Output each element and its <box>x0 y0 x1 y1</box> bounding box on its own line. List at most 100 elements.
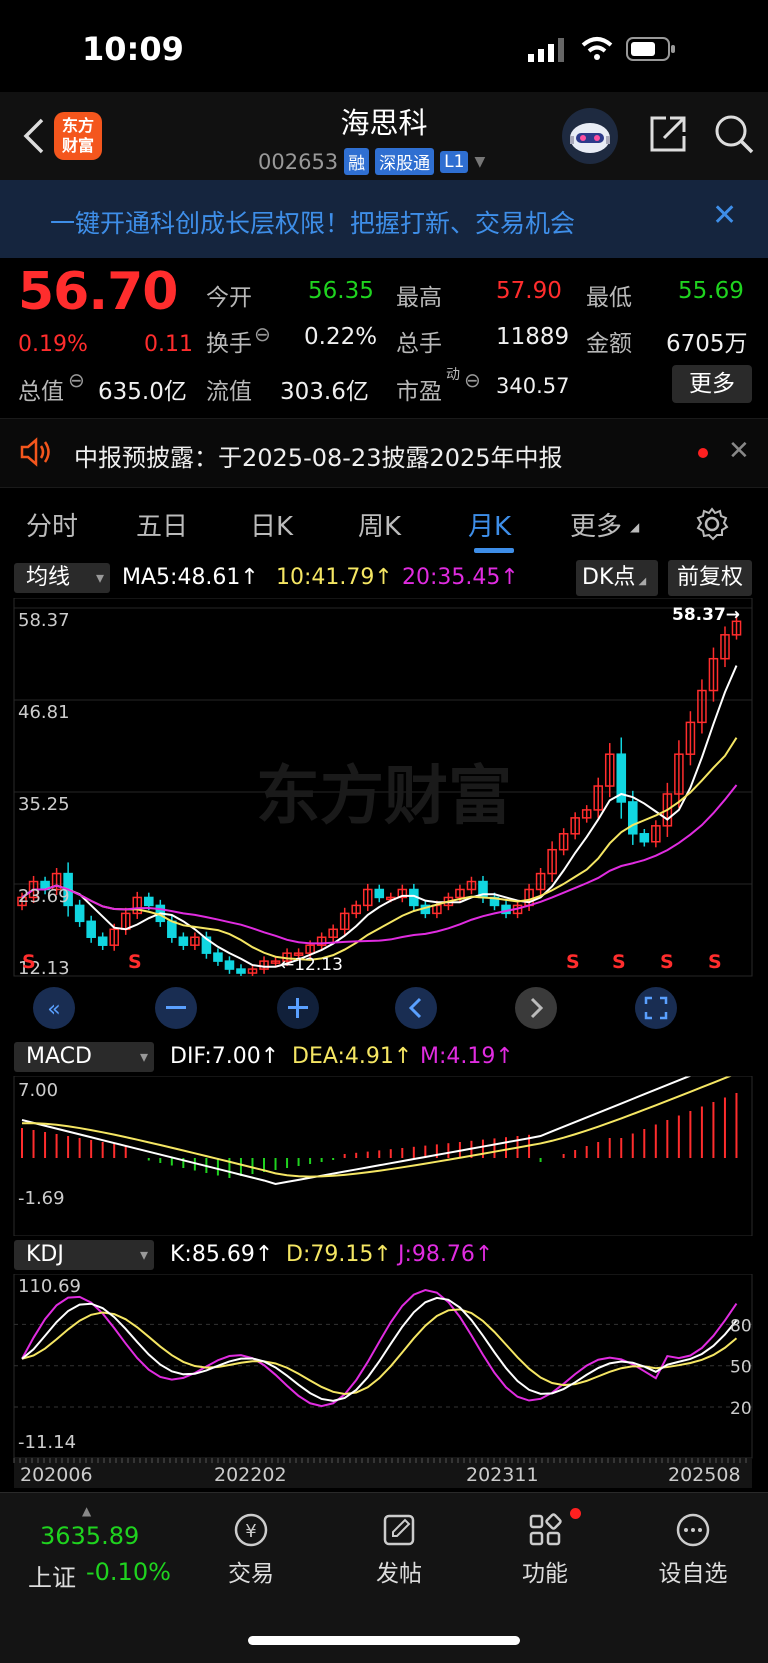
k-value: K:85.69↑ <box>170 1242 274 1267</box>
close-icon[interactable]: ✕ <box>712 198 737 233</box>
kline-y-tick: 58.37 <box>18 610 70 631</box>
stock-info-line[interactable]: 002653 融 深股通 L1 ▼ <box>258 148 485 175</box>
badge-connect: 深股通 <box>375 148 435 175</box>
sell-signal-label: S <box>566 951 580 973</box>
market-cap-value: 635.0亿 <box>98 379 187 405</box>
scroll-left-icon[interactable] <box>394 986 438 1030</box>
time-axis-label: 202311 <box>466 1464 539 1486</box>
max-price-label: 58.37→ <box>672 605 740 625</box>
zoom-in-icon[interactable] <box>276 986 320 1030</box>
candle <box>178 936 189 946</box>
notice-text[interactable]: 中报预披露：于2025-08-23披露2025年中报 <box>74 438 563 473</box>
tab-daily-k[interactable]: 日K <box>250 506 293 543</box>
tab-more[interactable]: 更多 <box>570 506 622 543</box>
macd-y-top: 7.00 <box>18 1080 58 1101</box>
open-label: 今开 <box>206 285 252 311</box>
info-icon[interactable]: ⊖ <box>254 322 271 346</box>
nav-trade-label: 交易 <box>228 1561 274 1587</box>
d-value: D:79.15↑ <box>286 1242 392 1267</box>
fullscreen-icon[interactable] <box>634 986 678 1030</box>
tab-intraday[interactable]: 分时 <box>26 506 78 543</box>
macd-m-value: M:4.19↑ <box>420 1044 514 1069</box>
candle <box>213 952 223 962</box>
float-cap-label: 流值 <box>206 379 252 405</box>
candle <box>167 920 177 938</box>
time-axis-label: 202006 <box>20 1464 93 1486</box>
status-time: 10:09 <box>82 30 184 68</box>
home-indicator[interactable] <box>248 1636 520 1645</box>
candle <box>144 896 154 907</box>
nav-watchlist[interactable]: 设自选 <box>648 1510 738 1588</box>
adjust-button[interactable]: 前复权 <box>668 560 752 596</box>
index-change[interactable]: -0.10% <box>86 1558 171 1586</box>
signal-icon <box>528 38 564 62</box>
macd-y-bottom: -1.69 <box>18 1188 65 1209</box>
svg-text:¥: ¥ <box>245 1521 256 1542</box>
scroll-right-icon[interactable] <box>514 986 558 1030</box>
time-axis-label: 202202 <box>214 1464 287 1486</box>
svg-text:«: « <box>47 997 60 1022</box>
index-name[interactable]: 上证 <box>28 1558 76 1593</box>
arrow-up-icon: ▲ <box>82 1504 92 1518</box>
pe-superscript: 动 <box>446 367 460 383</box>
watermark-text: 东方财富 <box>256 760 512 834</box>
min-price-label: ←12.13 <box>280 955 343 975</box>
promo-banner-text[interactable]: 一键开通科创成长层权限！把握打新、交易机会 <box>50 204 575 240</box>
macd-frame <box>13 1076 753 1236</box>
active-tab-indicator <box>474 548 514 553</box>
change-amount: 0.11 <box>144 332 193 357</box>
change-percent: 0.19% <box>18 332 88 357</box>
nav-functions[interactable]: 功能 <box>500 1510 590 1588</box>
ma5-value: MA5:48.61↑ <box>122 565 259 590</box>
kdj-y-bottom: -11.14 <box>18 1432 76 1453</box>
zoom-out-icon[interactable] <box>154 986 198 1030</box>
macd-selector[interactable]: MACD <box>14 1042 154 1072</box>
close-icon[interactable]: ✕ <box>728 436 750 466</box>
ma-selector[interactable]: 均线 <box>14 563 110 593</box>
chevron-down-icon: ◢ <box>635 576 647 587</box>
unread-dot <box>698 448 708 458</box>
edit-icon <box>383 1514 415 1546</box>
nav-trade[interactable]: ¥ 交易 <box>206 1510 296 1588</box>
badge-level: L1 <box>440 150 469 173</box>
amount-value: 6705万 <box>666 331 748 357</box>
more-dots-icon <box>676 1513 710 1547</box>
candle <box>628 801 638 835</box>
period-tabs: 分时 五日 日K 周K 月K 更多 ◢ <box>0 496 768 558</box>
kline-y-tick: 35.25 <box>18 794 70 815</box>
dk-point-button[interactable]: DK点 ◢ <box>576 560 658 596</box>
candle <box>374 888 385 899</box>
ma10-value: 10:41.79↑ <box>276 565 393 590</box>
chevron-down-icon: ▼ <box>474 153 486 170</box>
more-button[interactable]: 更多 <box>672 365 752 403</box>
pe-label: 市盈 <box>396 379 442 405</box>
macd-chart: 7.00 -1.69 <box>13 1076 753 1236</box>
nav-post[interactable]: 发帖 <box>354 1510 444 1588</box>
dif-line <box>21 1076 693 1186</box>
info-icon[interactable]: ⊖ <box>68 368 85 392</box>
low-value: 55.69 <box>678 278 744 304</box>
high-label: 最高 <box>396 285 442 311</box>
candle <box>74 904 85 923</box>
turnover-value: 0.22% <box>304 324 378 350</box>
index-value[interactable]: 3635.89 <box>40 1522 139 1550</box>
kline-y-tick: 46.81 <box>18 702 70 723</box>
stock-code: 002653 <box>258 149 339 174</box>
dk-point-label: DK点 <box>582 565 636 590</box>
info-icon[interactable]: ⊖ <box>464 368 481 392</box>
kdj-selector[interactable]: KDJ <box>14 1240 154 1270</box>
share-icon[interactable] <box>646 112 690 156</box>
candle <box>97 936 108 946</box>
settings-gear-icon[interactable] <box>694 506 730 542</box>
current-price: 56.70 <box>18 262 178 322</box>
nav-watchlist-label: 设自选 <box>658 1561 728 1587</box>
tab-five-day[interactable]: 五日 <box>136 506 188 543</box>
kline-chart[interactable]: 东方财富 58.3746.8135.2523.6912.1358.37→←12.… <box>0 598 768 1038</box>
robot-assistant-icon[interactable] <box>560 106 620 166</box>
speaker-icon <box>20 437 50 467</box>
search-icon[interactable] <box>712 112 756 156</box>
sell-signal-label: S <box>128 951 142 973</box>
tab-monthly-k[interactable]: 月K <box>468 506 511 543</box>
tab-weekly-k[interactable]: 周K <box>358 506 401 543</box>
scroll-left-fast-icon[interactable]: « <box>32 986 76 1030</box>
